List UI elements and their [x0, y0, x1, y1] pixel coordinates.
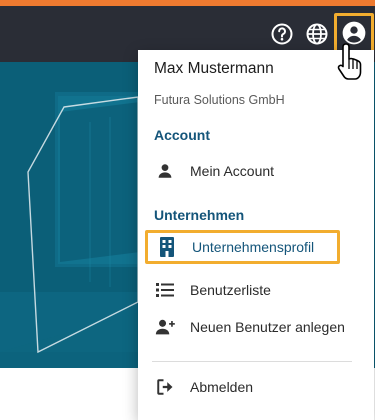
person-add-icon	[154, 317, 176, 337]
menu-item-label: Neuen Benutzer anlegen	[190, 319, 345, 335]
help-button[interactable]	[268, 20, 296, 48]
hand-pointer-cursor-icon	[336, 42, 366, 84]
menu-item-user-list[interactable]: Benutzerliste	[146, 273, 362, 307]
menu-item-label: Benutzerliste	[190, 282, 271, 298]
menu-divider	[152, 361, 352, 362]
person-icon	[154, 161, 176, 181]
list-icon	[154, 280, 176, 300]
account-section-heading: Account	[154, 127, 210, 143]
menu-item-new-user[interactable]: Neuen Benutzer anlegen	[146, 310, 362, 344]
menu-item-label: Mein Account	[190, 163, 275, 179]
building-icon	[156, 237, 178, 257]
menu-item-logout[interactable]: Abmelden	[146, 370, 362, 404]
language-button[interactable]	[303, 20, 331, 48]
menu-item-label: Unternehmensprofil	[192, 239, 315, 255]
help-circle-icon	[271, 23, 293, 45]
menu-item-label: Abmelden	[190, 379, 254, 395]
logout-icon	[154, 377, 176, 397]
company-name: Futura Solutions GmbH	[154, 93, 285, 107]
menu-item-company-profile[interactable]: Unternehmensprofil	[145, 230, 340, 264]
menu-item-my-account[interactable]: Mein Account	[146, 154, 362, 188]
user-dropdown-menu: Max Mustermann Futura Solutions GmbH Acc…	[138, 50, 374, 420]
globe-icon	[306, 23, 328, 45]
user-name: Max Mustermann	[154, 60, 274, 77]
company-section-heading: Unternehmen	[154, 207, 245, 223]
